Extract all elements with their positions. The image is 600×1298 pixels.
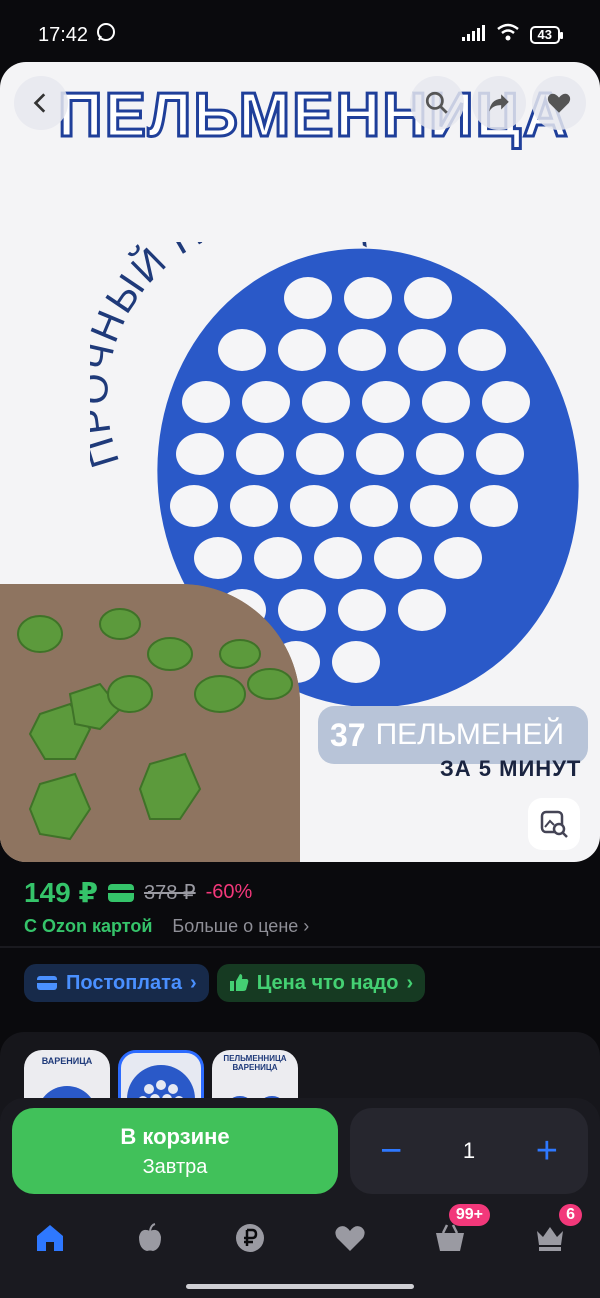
mold-hole [422,381,470,423]
home-icon [37,1225,63,1251]
home-indicator [186,1284,414,1289]
good-price-chip[interactable]: Цена что надо › [216,964,426,1002]
count-number: 37 [330,716,366,753]
status-time: 17:42 [38,23,89,46]
mold-hole [254,537,302,579]
apple-icon [139,1223,161,1251]
share-icon [489,94,509,112]
tab-cart[interactable]: 99+ [420,1204,490,1268]
bottom-tab-bar: 99+ 6 [0,1204,600,1270]
wifi-icon [496,23,520,47]
tab-fresh[interactable] [120,1208,180,1268]
mold-hole [182,381,230,423]
mold-hole [410,485,458,527]
heart-icon [335,1226,365,1251]
mold-hole [344,277,392,319]
price-old: 378 ₽ [143,882,196,904]
discount-badge: -60% [205,881,253,903]
mold-hole [302,381,350,423]
signal-icon [461,24,486,47]
price-current: 149 ₽ [24,877,98,908]
decrease-button[interactable]: − [380,1132,402,1170]
chevron-right-icon: › [406,971,414,994]
image-search-icon [540,810,568,838]
ozon-card-row: С Ozon картой Больше о цене › [24,916,309,937]
chevron-left-icon [33,93,46,113]
profile-count-badge: 6 [559,1204,582,1226]
chevron-right-icon: › [190,971,197,994]
thumb-caption: ВАРЕНИЦА [41,1056,93,1066]
mold-hole [404,277,452,319]
divider [0,946,600,948]
mold-hole [314,537,362,579]
mold-hole [236,433,284,475]
tab-finance[interactable] [220,1208,280,1268]
mold-hole [362,381,410,423]
postpay-icon [37,976,57,990]
mold-hole [470,485,518,527]
card-icon [107,883,134,902]
mold-hole [416,433,464,475]
thumbs-up-icon [229,974,249,991]
chevron-right-icon: › [303,916,310,936]
mold-hole [218,329,266,371]
product-image-gallery[interactable]: ПЕЛЬМЕННИЦА ПРОЧНЫЙ ПЛАСТИК [0,62,600,862]
favorite-button[interactable] [532,76,586,130]
image-search-button[interactable] [528,798,580,850]
mold-hole [284,277,332,319]
postpay-chip[interactable]: Постоплата › [24,964,209,1002]
tab-home[interactable] [20,1208,80,1268]
whatsapp-icon [96,22,116,48]
mold-hole [374,537,422,579]
mold-hole [350,485,398,527]
dumplings-photo [0,584,300,862]
mold-hole [296,433,344,475]
mold-hole [230,485,278,527]
time-caption: ЗА 5 МИНУТ [440,756,582,781]
mold-hole [194,537,242,579]
thumb-caption: ПЕЛЬМЕННИЦА ВАРЕНИЦА [223,1054,287,1072]
mold-hole [398,329,446,371]
ruble-icon [236,1224,264,1252]
search-icon [425,91,448,114]
cart-button-subtitle: Завтра [142,1155,208,1178]
mold-hole [170,485,218,527]
mold-hole [398,589,446,631]
in-cart-button[interactable]: В корзине Завтра [12,1108,338,1194]
tab-favorites[interactable] [320,1208,380,1268]
mold-hole [338,589,386,631]
more-about-price-link[interactable]: Больше о цене › [172,916,309,937]
mold-hole [332,641,380,683]
cart-count-badge: 99+ [448,1204,490,1226]
status-bar: 17:42 43 [0,0,600,70]
quantity-stepper: − 1 + [350,1108,588,1194]
mold-hole [356,433,404,475]
back-button[interactable] [14,76,68,130]
battery-indicator: 43 [529,26,564,44]
increase-button[interactable]: + [536,1132,558,1170]
share-button[interactable] [472,76,526,130]
mold-hole [482,381,530,423]
price-row: 149 ₽ 378 ₽ -60% [24,876,252,909]
basket-icon [436,1224,464,1251]
mold-hole [290,485,338,527]
search-button[interactable] [410,76,464,130]
mold-hole [458,329,506,371]
heart-icon [547,93,571,113]
cart-button-title: В корзине [120,1123,230,1149]
quantity-value: 1 [462,1138,476,1163]
crown-cart-icon [537,1227,563,1251]
mold-hole [278,329,326,371]
mold-hole [434,537,482,579]
ozon-card-label: С Ozon картой [24,916,153,936]
promo-chips: Постоплата › Цена что надо › [24,964,426,1002]
mold-hole [338,329,386,371]
mold-hole [242,381,290,423]
mold-hole [176,433,224,475]
count-text: ПЕЛЬМЕНЕЙ [375,718,565,751]
mold-hole [476,433,524,475]
tab-profile[interactable]: 6 [520,1204,582,1268]
mold-hole [278,589,326,631]
